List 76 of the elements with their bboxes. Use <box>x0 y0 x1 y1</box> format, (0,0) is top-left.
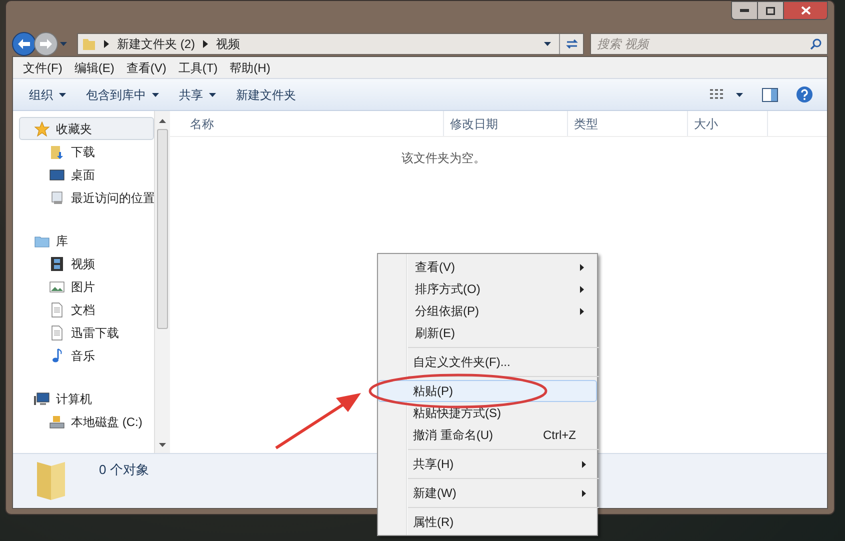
sidebar-item[interactable]: 本地磁盘 (C:) <box>19 410 154 433</box>
arrow-right-icon <box>104 40 109 48</box>
context-menu-item[interactable]: 共享(H) <box>378 453 597 475</box>
arrow-right-icon <box>40 38 52 48</box>
menu-item[interactable]: 工具(T) <box>172 58 224 78</box>
folder-icon <box>82 36 96 50</box>
context-menu-item[interactable]: 分组依据(P) <box>380 300 595 322</box>
breadcrumb[interactable]: 新建文件夹 (2) <box>117 34 195 52</box>
document-icon <box>49 302 65 318</box>
forward-button[interactable] <box>34 32 58 56</box>
context-menu-item[interactable]: 粘贴快捷方式(S) <box>378 402 597 424</box>
arrow-left-icon <box>18 38 30 48</box>
scrollbar[interactable] <box>154 111 170 453</box>
list-view-icon <box>710 88 726 100</box>
sidebar-group-header[interactable]: 库 <box>19 229 154 252</box>
picture-icon <box>49 278 65 294</box>
search-icon <box>810 38 822 50</box>
sidebar-group-header[interactable]: 收藏夹 <box>19 117 154 140</box>
menu-item[interactable]: 帮助(H) <box>224 58 276 78</box>
column-header[interactable]: 类型 <box>568 111 688 136</box>
column-header[interactable]: 名称 <box>170 111 444 136</box>
document-icon <box>49 324 65 340</box>
minimize-button[interactable] <box>731 1 758 20</box>
caret-icon <box>736 92 743 96</box>
address-bar[interactable]: 新建文件夹 (2) 视频 <box>77 32 584 54</box>
context-menu-item[interactable]: 属性(R) <box>378 511 597 533</box>
menu-item[interactable]: 文件(F) <box>17 58 68 78</box>
column-header[interactable]: 修改日期 <box>444 111 568 136</box>
sidebar-item[interactable]: 视频 <box>19 252 154 275</box>
scroll-up-icon <box>159 119 166 123</box>
maximize-button[interactable] <box>758 1 784 20</box>
context-menu-item[interactable]: 新建(W) <box>378 482 597 504</box>
column-header[interactable]: 大小 <box>688 111 768 136</box>
shortcut-text: Ctrl+Z <box>543 427 576 444</box>
star-icon <box>34 120 50 136</box>
toolbar-button[interactable]: 包含到库中 <box>78 82 167 106</box>
breadcrumb[interactable]: 视频 <box>216 34 240 52</box>
sidebar-group-header[interactable]: 计算机 <box>19 387 154 410</box>
context-menu-item[interactable]: 刷新(E) <box>380 322 595 344</box>
sidebar-item[interactable]: 桌面 <box>19 163 154 186</box>
status-text: 0 个对象 <box>99 461 149 479</box>
back-button[interactable] <box>12 32 36 56</box>
sidebar-item[interactable]: 下载 <box>19 140 154 163</box>
caret-icon <box>544 42 551 46</box>
context-menu-item[interactable]: 撤消 重命名(U) Ctrl+Z <box>378 424 597 446</box>
sidebar-item[interactable]: 音乐 <box>19 344 154 367</box>
menu-item[interactable]: 查看(V) <box>120 58 172 78</box>
preview-pane-icon <box>762 88 778 102</box>
scroll-down-icon <box>159 443 166 447</box>
refresh-arrows-icon <box>564 38 578 50</box>
help-icon <box>796 86 812 103</box>
toolbar-button[interactable]: 新建文件夹 <box>228 82 304 106</box>
context-menu-item[interactable]: 查看(V) <box>380 256 595 278</box>
menu-item[interactable]: 编辑(E) <box>68 58 120 78</box>
maximize-icon <box>766 6 775 14</box>
arrow-right-icon <box>203 40 208 48</box>
close-button[interactable] <box>784 1 828 20</box>
monitor-icon <box>49 166 65 182</box>
sidebar-item[interactable]: 文档 <box>19 298 154 321</box>
disk-drive-icon <box>49 414 65 430</box>
folder-download-icon <box>49 144 65 160</box>
caret-icon <box>60 42 67 46</box>
minimize-icon <box>740 9 749 12</box>
toolbar-button[interactable]: 共享 <box>171 82 224 106</box>
film-icon <box>49 256 65 272</box>
sidebar-item[interactable]: 图片 <box>19 275 154 298</box>
recent-places-icon <box>49 190 65 206</box>
computer-icon <box>34 390 50 406</box>
search-field[interactable]: 搜索 视频 <box>590 32 828 54</box>
context-menu-item[interactable]: 粘贴(P) <box>378 380 597 402</box>
context-menu-item[interactable]: 自定义文件夹(F)... <box>378 351 597 373</box>
toolbar-button[interactable]: 组织 <box>21 82 74 106</box>
close-icon <box>800 6 810 15</box>
sidebar-item[interactable]: 迅雷下载 <box>19 321 154 344</box>
empty-folder-message: 该文件夹为空。 <box>402 150 486 167</box>
context-menu-item[interactable]: 排序方式(O) <box>380 278 595 300</box>
